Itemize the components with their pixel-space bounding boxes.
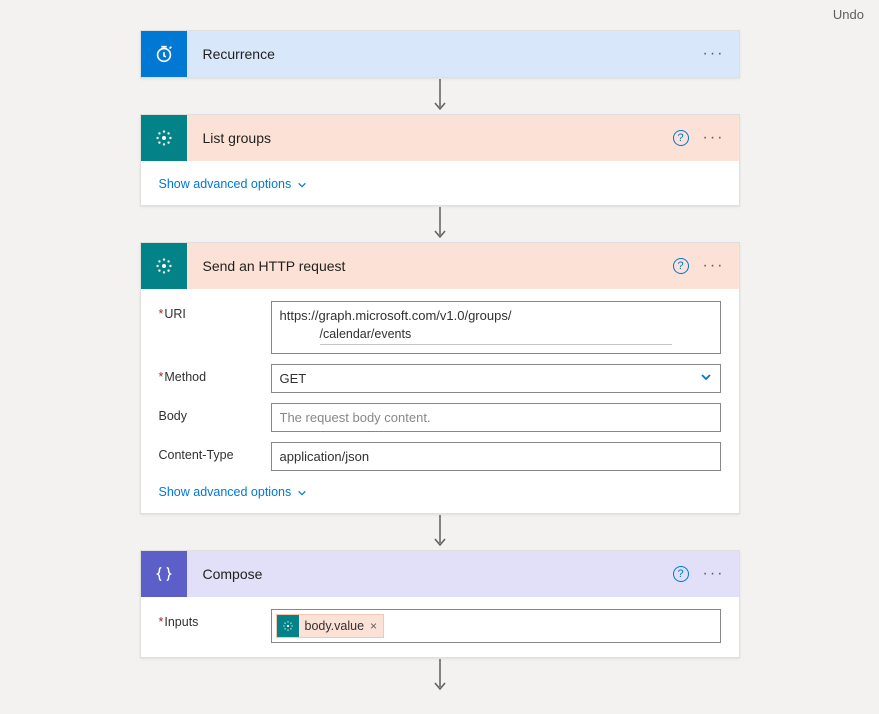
more-menu-button[interactable]: ··· <box>703 258 725 274</box>
show-advanced-label: Show advanced options <box>159 177 292 191</box>
connector-arrow <box>433 206 447 242</box>
step-header[interactable]: List groups ? ··· <box>141 115 739 161</box>
help-icon[interactable]: ? <box>673 566 689 582</box>
help-icon[interactable]: ? <box>673 258 689 274</box>
token-remove-button[interactable]: × <box>370 619 377 633</box>
step-title: List groups <box>187 130 673 146</box>
connector-arrow <box>433 658 447 694</box>
inputs-label: *Inputs <box>159 609 271 629</box>
uri-value-line2: /calendar/events <box>320 327 672 345</box>
step-recurrence: Recurrence ··· <box>140 30 740 78</box>
step-header[interactable]: Compose ? ··· <box>141 551 739 597</box>
braces-icon <box>141 551 187 597</box>
more-menu-button[interactable]: ··· <box>703 566 725 582</box>
token-label: body.value <box>305 619 365 633</box>
graph-node-icon <box>277 615 299 637</box>
show-advanced-label: Show advanced options <box>159 485 292 499</box>
method-label: *Method <box>159 364 271 384</box>
step-http-request: Send an HTTP request ? ··· *URI https://… <box>140 242 740 514</box>
uri-value-line1: https://graph.microsoft.com/v1.0/groups/ <box>280 308 712 327</box>
connector-arrow <box>433 78 447 114</box>
step-list-groups: List groups ? ··· Show advanced options <box>140 114 740 206</box>
step-compose: Compose ? ··· *Inputs <box>140 550 740 658</box>
content-type-label: Content-Type <box>159 442 271 462</box>
show-advanced-toggle[interactable]: Show advanced options <box>159 481 721 501</box>
content-type-input[interactable] <box>271 442 721 471</box>
graph-node-icon <box>141 115 187 161</box>
more-menu-button[interactable]: ··· <box>703 46 725 62</box>
show-advanced-toggle[interactable]: Show advanced options <box>159 173 721 193</box>
clock-icon <box>141 31 187 77</box>
help-icon[interactable]: ? <box>673 130 689 146</box>
connector-arrow <box>433 514 447 550</box>
chevron-down-icon <box>297 487 307 497</box>
undo-button[interactable]: Undo <box>833 7 864 22</box>
step-title: Send an HTTP request <box>187 258 673 274</box>
step-title: Recurrence <box>187 46 703 62</box>
body-input[interactable] <box>271 403 721 432</box>
method-select[interactable]: GET <box>271 364 721 393</box>
uri-input[interactable]: https://graph.microsoft.com/v1.0/groups/… <box>271 301 721 354</box>
more-menu-button[interactable]: ··· <box>703 130 725 146</box>
chevron-down-icon <box>297 179 307 189</box>
step-title: Compose <box>187 566 673 582</box>
body-label: Body <box>159 403 271 423</box>
step-header[interactable]: Recurrence ··· <box>141 31 739 77</box>
chevron-down-icon <box>700 371 712 386</box>
uri-label: *URI <box>159 301 271 321</box>
method-value: GET <box>280 371 307 386</box>
dynamic-content-token[interactable]: body.value × <box>276 614 385 638</box>
graph-node-icon <box>141 243 187 289</box>
inputs-field[interactable]: body.value × <box>271 609 721 643</box>
step-header[interactable]: Send an HTTP request ? ··· <box>141 243 739 289</box>
